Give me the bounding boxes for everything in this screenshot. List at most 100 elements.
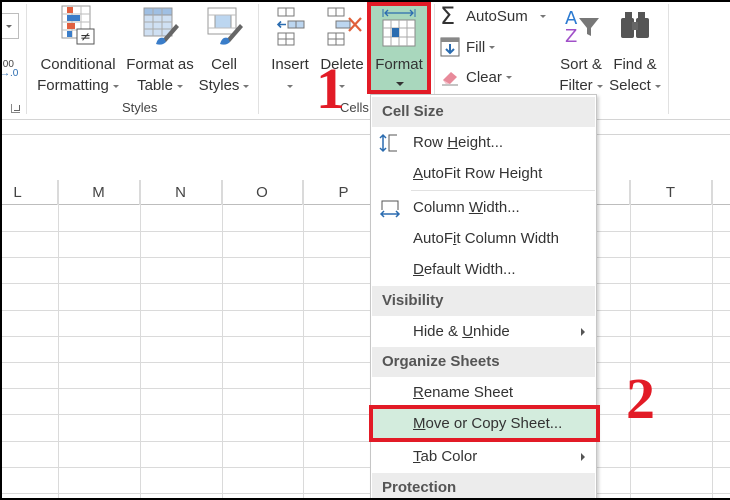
grid-line — [303, 180, 304, 500]
find-select-button[interactable]: Find & Select — [608, 4, 662, 96]
formula-bar-divider — [0, 134, 730, 135]
svg-text:Z: Z — [565, 26, 577, 47]
autosum-button[interactable]: Σ AutoSum — [440, 4, 546, 28]
fill-button[interactable]: Fill — [440, 37, 496, 57]
menu-item-text: ename Sheet — [423, 384, 514, 401]
find-select-label-1: Find & — [613, 56, 657, 73]
number-group-launcher[interactable] — [11, 104, 20, 113]
fill-label: Fill — [466, 38, 486, 56]
menu-item-column-width[interactable]: Column Width... — [372, 192, 595, 223]
menu-item-accelerator: D — [413, 261, 424, 278]
format-as-table-button[interactable]: Format as Table — [124, 4, 196, 96]
menu-item-text: AutoF — [413, 230, 454, 247]
cell-styles-label-2-text: Styles — [198, 77, 240, 94]
number-format-dropdown[interactable] — [0, 13, 19, 39]
menu-item-move-or-copy-sheet[interactable]: Move or Copy Sheet... — [369, 405, 600, 442]
grid-line — [58, 180, 59, 500]
column-header-U[interactable] — [712, 180, 730, 205]
menu-item-autofit-row-height[interactable]: AutoFit Row Height — [372, 158, 595, 189]
menu-item-text: Row — [413, 134, 448, 151]
menu-item-row-height[interactable]: Row Height... — [372, 127, 595, 158]
grid-line — [0, 257, 730, 258]
conditional-formatting-label-2-text: Formatting — [37, 77, 109, 94]
binoculars-icon — [615, 4, 655, 48]
menu-item-autofit-column-width[interactable]: AutoFit Column Width — [372, 223, 595, 254]
cell-styles-label-2: Styles — [196, 75, 252, 96]
format-as-table-label-1: Format as — [126, 56, 194, 73]
decimal-bottom-label: →.0 — [0, 68, 19, 79]
sort-filter-label-2-text: Filter — [559, 77, 593, 94]
chevron-down-icon — [654, 84, 661, 88]
menu-item-tab-color[interactable]: Tab Color — [372, 441, 595, 472]
eraser-icon — [440, 67, 460, 87]
grid-line — [0, 441, 730, 442]
insert-cells-icon — [270, 4, 310, 48]
format-as-table-icon — [140, 4, 180, 48]
chevron-down-icon — [112, 84, 119, 88]
insert-label: Insert — [271, 56, 309, 73]
styles-group-label: Styles — [122, 100, 158, 115]
menu-item-accelerator: T — [413, 448, 421, 465]
chevron-down-icon — [505, 75, 512, 79]
column-width-icon — [379, 198, 401, 218]
menu-item-rename-sheet[interactable]: Rename Sheet — [372, 377, 595, 408]
grid-line — [630, 180, 631, 500]
chevron-down-icon — [596, 84, 603, 88]
column-header-M[interactable]: M — [58, 180, 140, 205]
group-divider — [26, 4, 27, 114]
menu-item-text: efault Width... — [423, 261, 516, 278]
sort-filter-label-2: Filter — [556, 75, 606, 96]
chevron-down-icon — [489, 45, 496, 49]
menu-item-text: utoFit Row Height — [423, 165, 543, 182]
menu-item-text: Column — [413, 199, 469, 216]
sort-filter-label-1: Sort & — [560, 56, 602, 73]
grid-line — [0, 467, 730, 468]
autosum-label: AutoSum — [466, 7, 528, 25]
menu-item-text: ab Color — [420, 448, 478, 465]
menu-section-visibility: Visibility — [372, 286, 595, 316]
clear-label: Clear — [466, 68, 502, 86]
column-header-L[interactable]: L — [0, 180, 58, 205]
column-header-label: M — [92, 184, 105, 201]
menu-item-text: ove or Copy Sheet... — [425, 415, 563, 432]
group-divider — [258, 4, 259, 114]
format-dropdown-menu: Cell Size Row Height... AutoFit Row Heig… — [369, 94, 600, 500]
menu-section-organize-sheets: Organize Sheets — [372, 347, 595, 377]
column-header-label: O — [256, 184, 268, 201]
menu-item-text: eight... — [458, 134, 504, 151]
column-header-label: N — [175, 184, 186, 201]
grid-line — [712, 180, 713, 500]
format-button[interactable]: Format — [367, 2, 431, 94]
submenu-arrow-icon — [581, 453, 585, 461]
menu-item-hide-unhide[interactable]: Hide & Unhide — [372, 316, 595, 347]
chevron-down-icon — [287, 84, 293, 88]
menu-item-accelerator: M — [413, 415, 426, 432]
sort-filter-icon: A Z — [561, 4, 601, 48]
decrease-decimal-button[interactable]: .00 →.0 — [0, 60, 19, 79]
menu-item-accelerator: W — [468, 199, 484, 216]
insert-caret — [266, 75, 314, 96]
column-header-O[interactable]: O — [222, 180, 303, 205]
group-divider — [668, 4, 669, 114]
chevron-down-icon — [176, 84, 183, 88]
menu-item-default-width[interactable]: Default Width... — [372, 254, 595, 285]
cell-styles-icon — [204, 4, 244, 48]
sort-filter-button[interactable]: A Z Sort & Filter — [556, 4, 606, 96]
format-label: Format — [375, 56, 423, 73]
conditional-formatting-button[interactable]: ≠ Conditional Formatting — [34, 4, 122, 96]
cell-styles-button[interactable]: Cell Styles — [196, 4, 252, 96]
conditional-formatting-label-1: Conditional — [40, 56, 116, 73]
chevron-down-icon — [539, 14, 546, 18]
menu-section-cell-size: Cell Size — [372, 97, 595, 127]
insert-button[interactable]: Insert — [266, 4, 314, 96]
chevron-down-icon — [243, 84, 250, 88]
column-header-N[interactable]: N — [140, 180, 222, 205]
menu-item-text: t Column Width — [456, 230, 559, 247]
column-header-T[interactable]: T — [630, 180, 712, 205]
menu-item-accelerator: A — [413, 165, 424, 182]
column-header-row: L M N O P T — [0, 180, 730, 205]
clear-button[interactable]: Clear — [440, 67, 512, 87]
grid-line — [140, 180, 141, 500]
delete-cells-icon — [322, 4, 362, 48]
grid-line — [0, 414, 730, 415]
